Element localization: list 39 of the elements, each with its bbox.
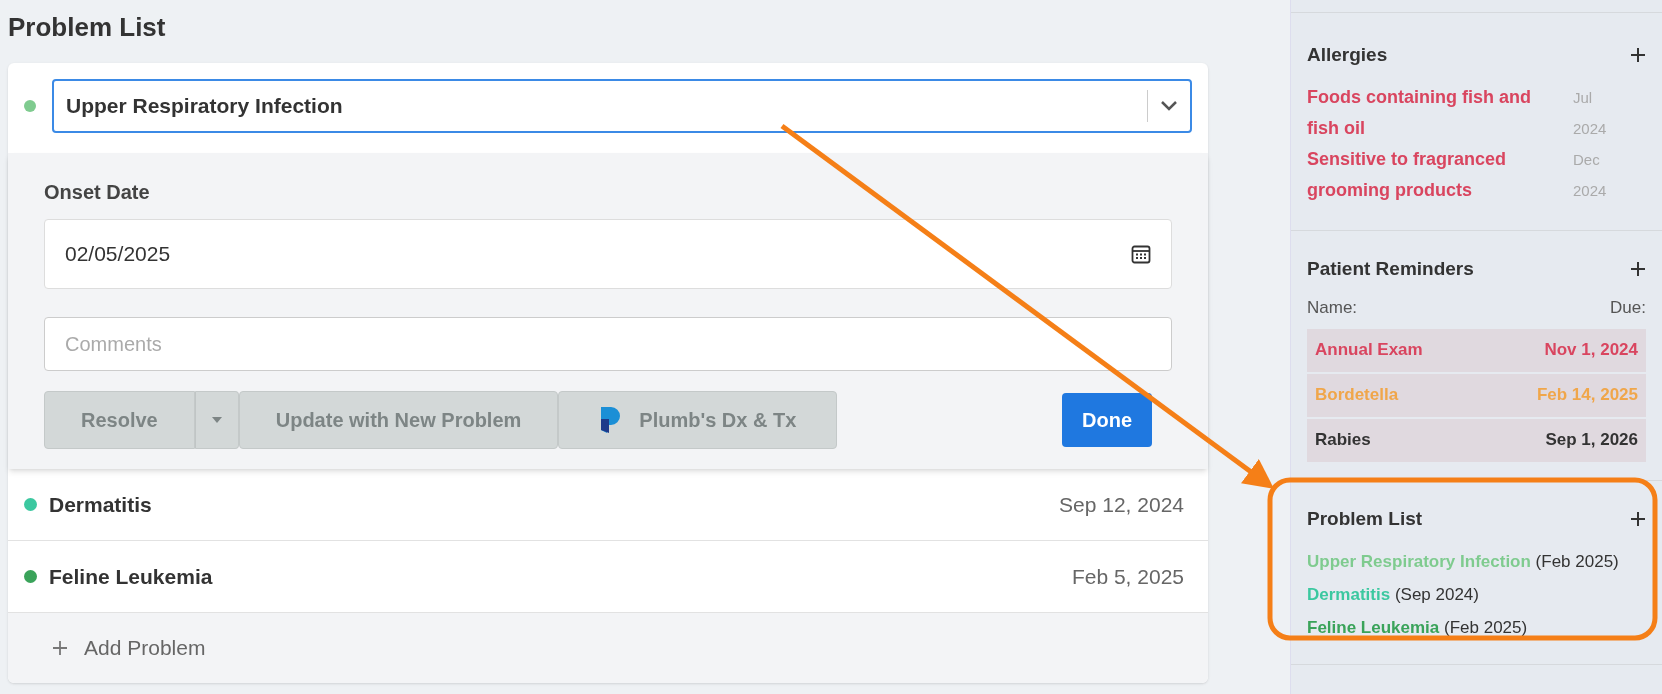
section-title: Allergies <box>1307 43 1388 67</box>
update-button[interactable]: Update with New Problem <box>238 391 559 449</box>
section-title: Patient Reminders <box>1307 256 1474 281</box>
calendar-icon <box>1131 244 1151 264</box>
allergy-name: Sensitive to fragranced grooming products <box>1307 147 1508 202</box>
allergy-name: Foods containing fish and fish oil <box>1307 85 1532 140</box>
caret-icon <box>211 417 222 423</box>
chevron-down-icon <box>1160 100 1178 112</box>
problem-name: Feline Leukemia <box>49 563 214 590</box>
add-problem-button[interactable]: Add Problem <box>8 613 1208 683</box>
problem-link[interactable]: Feline Leukemia <box>1307 618 1440 637</box>
reminder-row[interactable]: Annual Exam Nov 1, 2024 <box>1307 328 1646 372</box>
add-icon[interactable] <box>1630 510 1646 527</box>
problem-date: Feb 5, 2025 <box>1071 563 1184 590</box>
allergy-date: Dec 2024 <box>1573 149 1608 201</box>
comments-field[interactable]: Comments <box>44 317 1172 371</box>
column-header: Due: <box>1610 297 1646 319</box>
problem-date: Sep 12, 2024 <box>1059 491 1184 518</box>
onset-date-field[interactable]: 02/05/2025 <box>44 219 1172 289</box>
reminder-row[interactable]: Rabies Sep 1, 2026 <box>1307 418 1646 462</box>
allergy-date: Jul 2024 <box>1573 87 1608 139</box>
problem-date: (Sep 2024) <box>1394 585 1479 604</box>
problem-date: (Feb 2025) <box>1535 552 1619 571</box>
problem-name: Dermatitis <box>49 491 153 518</box>
add-icon[interactable] <box>1630 47 1646 64</box>
section-title: Problem List <box>1307 506 1423 531</box>
column-header: Name: <box>1307 297 1358 319</box>
plus-icon <box>52 640 68 656</box>
problem-link[interactable]: Dermatitis <box>1307 585 1391 604</box>
page-title: Problem List <box>8 11 167 44</box>
plumbs-button[interactable]: Plumb's Dx & Tx <box>558 391 838 449</box>
problem-row[interactable]: Dermatitis Sep 12, 2024 <box>8 469 1208 541</box>
problem-link[interactable]: Upper Respiratory Infection <box>1307 552 1531 571</box>
problem-date: (Feb 2025) <box>1444 618 1528 637</box>
add-icon[interactable] <box>1630 260 1646 277</box>
onset-date-label: Onset Date <box>44 180 151 205</box>
done-button[interactable]: Done <box>1062 393 1152 447</box>
resolve-button[interactable]: Resolve <box>44 391 195 449</box>
problem-select[interactable]: Upper Respiratory Infection <box>52 79 1192 133</box>
